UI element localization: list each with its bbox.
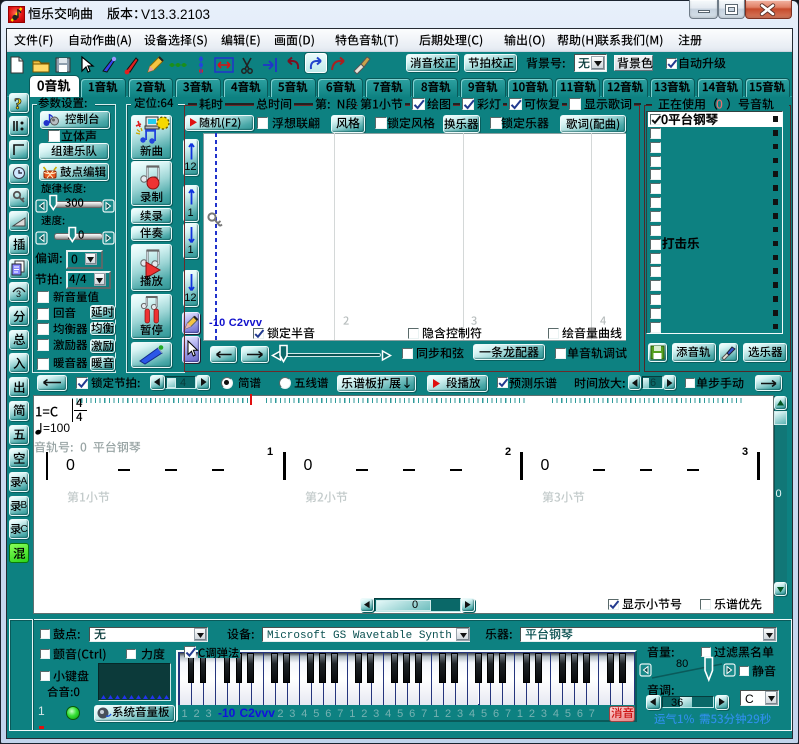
svg-text:3: 3 (16, 289, 21, 299)
svg-text:?: ? (14, 96, 22, 113)
